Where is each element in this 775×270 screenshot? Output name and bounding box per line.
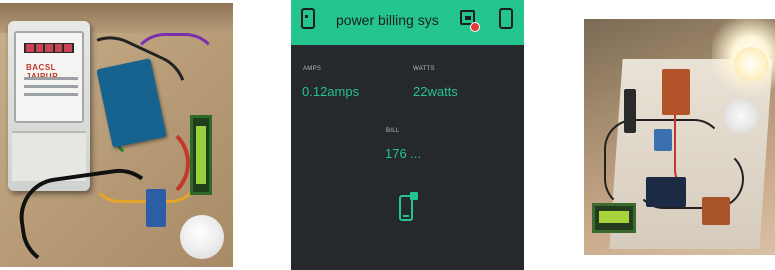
sensor-board — [624, 89, 636, 133]
amps-label: AMPS — [303, 66, 322, 72]
bill-label: BILL — [386, 128, 400, 134]
power-board — [702, 197, 730, 225]
app-title: power billing sys — [336, 12, 439, 28]
microcontroller-board — [646, 177, 686, 207]
bulb-setup-photo — [584, 19, 775, 255]
lcd-module — [190, 115, 212, 195]
relay-board — [662, 69, 690, 115]
lcd-module — [592, 203, 636, 233]
phone-badge — [410, 192, 418, 200]
notification-badge — [470, 22, 480, 32]
app-header: power billing sys — [291, 0, 524, 45]
device-icon[interactable] — [499, 8, 513, 29]
watts-value[interactable]: 22watts — [413, 84, 458, 99]
bill-value[interactable]: 176 ... — [385, 146, 421, 161]
watts-label: WATTS — [413, 66, 435, 72]
bulb-holder — [724, 99, 758, 133]
relay-module — [146, 189, 166, 227]
amps-value[interactable]: 0.12amps — [302, 84, 359, 99]
meter-setup-photo: BACSL JAIPUR — [0, 3, 233, 267]
meter-counter-display — [24, 43, 74, 53]
module-board — [654, 129, 672, 151]
light-bulb — [180, 215, 224, 259]
billing-app-screen: power billing sys AMPS 0.12amps WATTS 22… — [291, 0, 524, 270]
device-icon[interactable] — [301, 8, 315, 29]
lit-bulb — [734, 47, 768, 81]
